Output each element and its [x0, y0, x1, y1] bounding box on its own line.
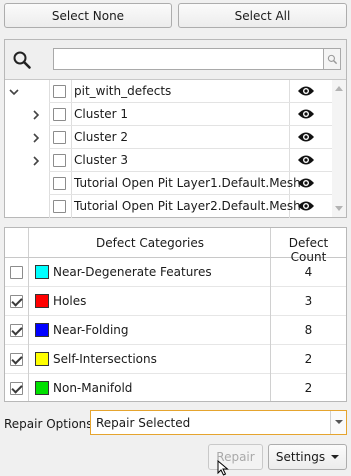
select-all-button[interactable]: Select All [178, 3, 347, 28]
settings-button[interactable]: Settings [268, 444, 347, 470]
scroll-down-icon[interactable] [335, 206, 343, 211]
defect-category-name: Near-Folding [53, 323, 129, 337]
defect-category-name: Self-Intersections [53, 352, 157, 366]
layer-tree-panel: pit_with_defects Cluster 1 Cluster 2 Clu… [4, 39, 347, 218]
defect-count: 4 [304, 265, 313, 279]
search-submit-button[interactable] [324, 48, 341, 70]
select-none-button[interactable]: Select None [4, 3, 172, 28]
tree-item-label: Cluster 2 [74, 130, 129, 144]
tree-scrollbar[interactable] [332, 80, 346, 217]
color-swatch [35, 323, 49, 337]
scroll-up-icon[interactable] [335, 86, 343, 91]
defect-count: 2 [304, 352, 313, 366]
tree-item-checkbox[interactable] [53, 108, 66, 121]
caret-down-icon [331, 455, 340, 459]
tree-item-checkbox[interactable] [53, 177, 66, 190]
repair-options-label: Repair Options: [4, 417, 97, 431]
color-swatch [35, 294, 49, 308]
color-swatch [35, 352, 49, 366]
defect-category-name: Near-Degenerate Features [53, 265, 212, 279]
eye-icon[interactable] [297, 177, 315, 189]
table-row[interactable]: Near-Folding 8 [5, 316, 346, 345]
tree-item[interactable]: Tutorial Open Pit Layer2.Default.Mesh [5, 195, 332, 218]
search-icon[interactable] [12, 50, 32, 70]
repair-options-select[interactable]: Repair Selected [90, 410, 347, 435]
defect-checkbox[interactable] [10, 324, 23, 337]
tree-item[interactable]: pit_with_defects [5, 80, 332, 103]
tree-item-label: Cluster 3 [74, 153, 129, 167]
eye-icon[interactable] [297, 131, 315, 143]
chevron-right-icon[interactable] [30, 109, 42, 121]
tree-item[interactable]: Cluster 3 [5, 149, 332, 172]
eye-icon[interactable] [297, 85, 315, 97]
defect-checkbox[interactable] [10, 266, 23, 279]
color-swatch [35, 381, 49, 395]
tree-item-label: Tutorial Open Pit Layer1.Default.Mesh [74, 176, 301, 190]
eye-icon[interactable] [297, 154, 315, 166]
table-row[interactable]: Near-Degenerate Features 4 [5, 258, 346, 287]
chevron-right-icon[interactable] [30, 132, 42, 144]
tree-item-checkbox[interactable] [53, 200, 66, 213]
search-input[interactable] [53, 48, 324, 70]
tree-item[interactable]: Cluster 1 [5, 103, 332, 126]
defect-checkbox[interactable] [10, 353, 23, 366]
table-row[interactable]: Self-Intersections 2 [5, 345, 346, 374]
color-swatch [35, 265, 49, 279]
tree-item-checkbox[interactable] [53, 154, 66, 167]
column-header-category: Defect Categories [95, 236, 205, 250]
defect-category-name: Non-Manifold [53, 381, 133, 395]
table-row[interactable]: Non-Manifold 2 [5, 374, 346, 403]
defect-count: 3 [304, 294, 313, 308]
defect-count: 2 [304, 381, 313, 395]
chevron-down-icon[interactable] [330, 411, 346, 434]
repair-options-value: Repair Selected [96, 416, 191, 430]
defect-table: Defect Categories Defect Count Near-Dege… [4, 227, 347, 402]
eye-icon[interactable] [297, 200, 315, 212]
chevron-down-icon[interactable] [8, 86, 20, 98]
settings-button-label: Settings [275, 450, 326, 464]
tree-item-label: pit_with_defects [74, 84, 172, 98]
tree-item-checkbox[interactable] [53, 131, 66, 144]
defect-checkbox[interactable] [10, 382, 23, 395]
table-header: Defect Categories Defect Count [5, 228, 346, 264]
tree-item-checkbox[interactable] [53, 85, 66, 98]
tree-item-label: Tutorial Open Pit Layer2.Default.Mesh [74, 199, 301, 213]
tree-item[interactable]: Cluster 2 [5, 126, 332, 149]
defect-category-name: Holes [53, 294, 87, 308]
chevron-right-icon[interactable] [30, 155, 42, 167]
search-icon [327, 54, 337, 64]
tree-item[interactable]: Tutorial Open Pit Layer1.Default.Mesh [5, 172, 332, 195]
tree-item-label: Cluster 1 [74, 107, 129, 121]
search-bar [5, 40, 346, 80]
table-row[interactable]: Holes 3 [5, 287, 346, 316]
defect-checkbox[interactable] [10, 295, 23, 308]
defect-count: 8 [304, 323, 313, 337]
eye-icon[interactable] [297, 108, 315, 120]
